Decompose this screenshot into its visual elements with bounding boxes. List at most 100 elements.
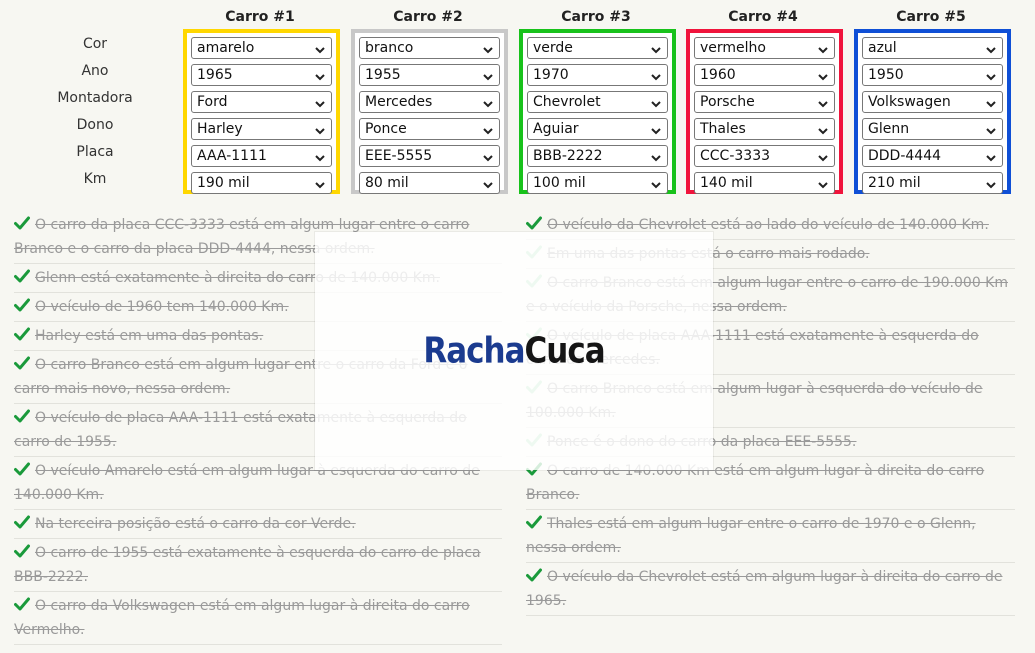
chevron-down-icon [482, 177, 494, 189]
select-value: 1960 [700, 67, 736, 83]
select-dono-car-1[interactable]: Harley [191, 118, 332, 140]
select-value: 1970 [533, 67, 569, 83]
select-km-car-5[interactable]: 210 mil [862, 172, 1003, 194]
chevron-down-icon [314, 123, 326, 135]
select-montadora-car-1[interactable]: Ford [191, 91, 332, 113]
select-dono-car-2[interactable]: Ponce [359, 118, 500, 140]
select-dono-car-5[interactable]: Glenn [862, 118, 1003, 140]
checkmark-icon [14, 325, 30, 341]
clue-item[interactable]: O carro da Volkswagen está em algum luga… [14, 592, 502, 645]
checkmark-icon [14, 513, 30, 529]
select-montadora-car-4[interactable]: Porsche [694, 91, 835, 113]
chevron-down-icon [985, 42, 997, 54]
select-placa-car-2[interactable]: EEE-5555 [359, 145, 500, 167]
clue-item[interactable]: O veículo da Chevrolet está em algum lug… [526, 563, 1015, 616]
clue-item[interactable]: Thales está em algum lugar entre o carro… [526, 510, 1015, 563]
chevron-down-icon [817, 42, 829, 54]
select-placa-car-5[interactable]: DDD-4444 [862, 145, 1003, 167]
select-cor-car-1[interactable]: amarelo [191, 37, 332, 59]
select-km-car-3[interactable]: 100 mil [527, 172, 668, 194]
checkmark-icon [14, 407, 30, 423]
select-dono-car-4[interactable]: Thales [694, 118, 835, 140]
chevron-down-icon [314, 96, 326, 108]
chevron-down-icon [817, 69, 829, 81]
select-value: Aguiar [533, 121, 579, 137]
clue-item[interactable]: O carro de 1955 está exatamente à esquer… [14, 539, 502, 592]
select-ano-car-4[interactable]: 1960 [694, 64, 835, 86]
select-dono-car-3[interactable]: Aguiar [527, 118, 668, 140]
select-value: 1950 [868, 67, 904, 83]
checkmark-icon [14, 296, 30, 312]
clue-text: Thales está em algum lugar entre o carro… [526, 516, 976, 556]
select-value: Thales [700, 121, 746, 137]
car-column-3: verde 1970 Chevrolet Aguiar BBB-2222 100 mil [519, 29, 676, 194]
select-ano-car-5[interactable]: 1950 [862, 64, 1003, 86]
row-label-ano: Ano [81, 63, 109, 79]
select-value: Ford [197, 94, 228, 110]
chevron-down-icon [985, 177, 997, 189]
row-label-montadora: Montadora [57, 90, 133, 106]
select-value: 140 mil [700, 175, 753, 191]
select-value: 1955 [365, 67, 401, 83]
loading-overlay: RachaCuca [315, 232, 713, 470]
checkmark-icon [526, 214, 542, 230]
car-column-2: branco 1955 Mercedes Ponce EEE-5555 80 mil [351, 29, 508, 194]
chevron-down-icon [314, 42, 326, 54]
clue-item[interactable]: Na terceira posição está o carro da cor … [14, 510, 502, 539]
select-value: 80 mil [365, 175, 409, 191]
select-ano-car-1[interactable]: 1965 [191, 64, 332, 86]
row-label-km: Km [83, 171, 107, 187]
select-ano-car-2[interactable]: 1955 [359, 64, 500, 86]
select-value: Glenn [868, 121, 910, 137]
checkmark-icon [526, 566, 542, 582]
select-value: Ponce [365, 121, 407, 137]
select-value: Porsche [700, 94, 755, 110]
select-montadora-car-3[interactable]: Chevrolet [527, 91, 668, 113]
select-km-car-2[interactable]: 80 mil [359, 172, 500, 194]
select-cor-car-5[interactable]: azul [862, 37, 1003, 59]
checkmark-icon [14, 214, 30, 230]
car-header-4: Carro #4 [728, 9, 798, 25]
chevron-down-icon [985, 96, 997, 108]
chevron-down-icon [985, 69, 997, 81]
chevron-down-icon [482, 123, 494, 135]
select-value: 100 mil [533, 175, 586, 191]
select-placa-car-3[interactable]: BBB-2222 [527, 145, 668, 167]
chevron-down-icon [817, 96, 829, 108]
car-header-2: Carro #2 [393, 9, 463, 25]
chevron-down-icon [650, 96, 662, 108]
select-cor-car-4[interactable]: vermelho [694, 37, 835, 59]
select-km-car-4[interactable]: 140 mil [694, 172, 835, 194]
checkmark-icon [14, 354, 30, 370]
select-cor-car-3[interactable]: verde [527, 37, 668, 59]
select-value: BBB-2222 [533, 148, 603, 164]
select-km-car-1[interactable]: 190 mil [191, 172, 332, 194]
select-cor-car-2[interactable]: branco [359, 37, 500, 59]
select-value: verde [533, 40, 573, 56]
clue-text: O carro de 1955 está exatamente à esquer… [14, 545, 481, 585]
select-value: vermelho [700, 40, 766, 56]
select-value: AAA-1111 [197, 148, 267, 164]
chevron-down-icon [482, 96, 494, 108]
checkmark-icon [14, 267, 30, 283]
chevron-down-icon [482, 69, 494, 81]
chevron-down-icon [482, 42, 494, 54]
select-montadora-car-2[interactable]: Mercedes [359, 91, 500, 113]
select-placa-car-4[interactable]: CCC-3333 [694, 145, 835, 167]
car-column-4: vermelho 1960 Porsche Thales CCC-3333 140 mil [686, 29, 843, 194]
chevron-down-icon [650, 123, 662, 135]
chevron-down-icon [314, 69, 326, 81]
select-value: branco [365, 40, 414, 56]
checkmark-icon [526, 513, 542, 529]
checkmark-icon [14, 542, 30, 558]
car-header-1: Carro #1 [225, 9, 295, 25]
select-placa-car-1[interactable]: AAA-1111 [191, 145, 332, 167]
row-label-placa: Placa [76, 144, 114, 160]
chevron-down-icon [817, 150, 829, 162]
racha-cuca-logo: RachaCuca [423, 330, 605, 372]
chevron-down-icon [650, 69, 662, 81]
select-ano-car-3[interactable]: 1970 [527, 64, 668, 86]
chevron-down-icon [314, 177, 326, 189]
chevron-down-icon [650, 42, 662, 54]
select-montadora-car-5[interactable]: Volkswagen [862, 91, 1003, 113]
